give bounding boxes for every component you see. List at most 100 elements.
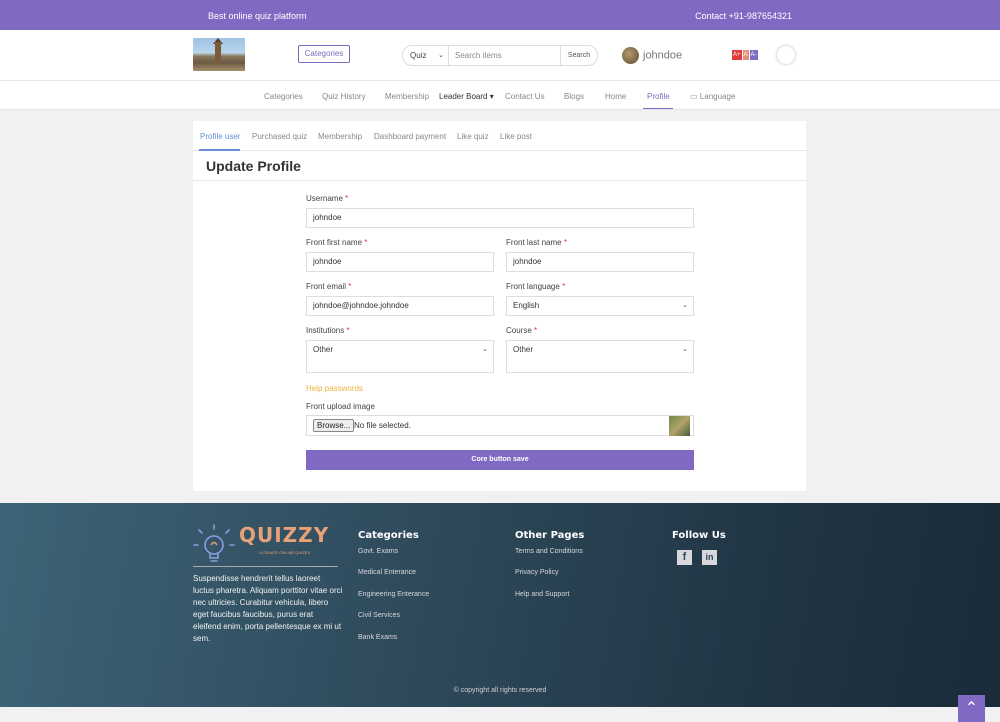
- tab-active-indicator: [199, 149, 240, 151]
- font-size-controls: A+ A A-: [732, 50, 759, 60]
- search-button[interactable]: Search: [560, 46, 597, 65]
- image-thumbnail: [669, 416, 690, 436]
- tab-dashboard-payment[interactable]: Dashboard payment: [374, 132, 446, 141]
- profile-tabs: Profile user Purchased quiz Membership D…: [193, 121, 806, 151]
- footer-other-title: Other Pages: [515, 530, 585, 541]
- language-select-value: English: [513, 301, 540, 310]
- user-menu[interactable]: johndoe: [622, 47, 682, 64]
- language-label-text: Front language: [506, 282, 560, 291]
- search-type-select[interactable]: Quiz ⌄: [403, 46, 449, 65]
- first-name-field[interactable]: johndoe: [306, 252, 494, 272]
- image-upload-field: Browse... No file selected.: [306, 415, 694, 436]
- nav-item-home[interactable]: Home: [605, 92, 626, 101]
- search-type-value: Quiz: [410, 51, 427, 60]
- footer-link-bank-exams[interactable]: Bank Exams: [358, 634, 397, 641]
- username-field[interactable]: johndoe: [306, 208, 694, 228]
- chevron-down-icon: ⌄: [682, 302, 688, 309]
- course-select-value: Other: [513, 345, 534, 354]
- footer: QUIZZY ULTIMATE ONLINE QUIZES Suspendiss…: [0, 503, 1000, 707]
- email-field[interactable]: johndoe@johndoe.johndoe: [306, 296, 494, 316]
- main-nav: Categories Quiz History Membership Leade…: [0, 81, 1000, 110]
- help-passwords-link[interactable]: Help passwords: [306, 384, 363, 393]
- required-mark: *: [563, 238, 567, 247]
- footer-categories-title: Categories: [358, 530, 419, 541]
- nav-item-leader-board[interactable]: Leader Board ▾: [439, 92, 494, 101]
- nav-item-blogs[interactable]: Blogs: [564, 92, 584, 101]
- chevron-down-icon: ⌄: [482, 346, 488, 353]
- categories-button[interactable]: Categories: [298, 45, 350, 63]
- footer-brand: QUIZZY: [239, 523, 330, 547]
- course-field-label: Course *: [506, 326, 537, 335]
- footer-link-privacy[interactable]: Privacy Policy: [515, 569, 559, 576]
- nav-item-language[interactable]: ▭ Language: [690, 92, 735, 101]
- font-reset-button[interactable]: A: [742, 50, 749, 60]
- upload-image-label: Front upload image: [306, 402, 375, 411]
- last-name-label-text: Front last name: [506, 238, 562, 247]
- institutions-field-label: Institutions *: [306, 326, 350, 335]
- search-box: Quiz ⌄ Search items Search: [402, 45, 598, 66]
- font-decrease-button[interactable]: A-: [749, 50, 758, 60]
- required-mark: *: [345, 194, 349, 203]
- scroll-to-top-button[interactable]: ⌃: [958, 695, 985, 722]
- footer-brand-sub: ULTIMATE ONLINE QUIZES: [259, 550, 311, 555]
- footer-link-govt-exams[interactable]: Govt. Exams: [358, 548, 398, 555]
- nav-active-indicator: [643, 108, 673, 109]
- nav-item-membership[interactable]: Membership: [385, 92, 429, 101]
- institutions-label-text: Institutions: [306, 326, 345, 335]
- copyright: © copyright all rights reserved: [453, 687, 547, 694]
- tab-purchased-quiz[interactable]: Purchased quiz: [252, 132, 307, 141]
- page-bottom: [0, 707, 1000, 722]
- footer-link-medical[interactable]: Medical Enterance: [358, 569, 416, 576]
- tagline: Best online quiz platform: [208, 11, 307, 21]
- language-field-label: Front language *: [506, 282, 565, 291]
- font-increase-button[interactable]: A+: [732, 50, 742, 60]
- page-title: Update Profile: [206, 158, 301, 174]
- tab-like-post[interactable]: Like post: [500, 132, 532, 141]
- required-mark: *: [562, 282, 566, 291]
- nav-item-quiz-history[interactable]: Quiz History: [322, 92, 366, 101]
- top-bar: Best online quiz platform Contact +91-98…: [0, 0, 1000, 30]
- nav-item-categories[interactable]: Categories: [264, 92, 303, 101]
- course-select[interactable]: Other ⌄: [506, 340, 694, 373]
- footer-link-terms[interactable]: Terms and Conditions: [515, 548, 583, 555]
- footer-link-engineering[interactable]: Engineering Enterance: [358, 591, 429, 598]
- avatar: [622, 47, 639, 64]
- language-icon: ▭: [690, 92, 698, 101]
- last-name-field-label: Front last name *: [506, 238, 567, 247]
- search-input[interactable]: Search items: [455, 46, 502, 65]
- footer-about: Suspendisse hendrerit tellus laoreet luc…: [193, 574, 343, 643]
- footer-link-civil-services[interactable]: Civil Services: [358, 612, 400, 619]
- tab-membership[interactable]: Membership: [318, 132, 362, 141]
- institutions-select[interactable]: Other ⌄: [306, 340, 494, 373]
- tab-like-quiz[interactable]: Like quiz: [457, 132, 489, 141]
- required-mark: *: [348, 282, 352, 291]
- chevron-down-icon: ⌄: [682, 346, 688, 353]
- nav-item-language-label: Language: [699, 92, 736, 101]
- contact-phone[interactable]: Contact +91-987654321: [695, 11, 792, 21]
- divider: [193, 566, 338, 567]
- site-logo[interactable]: [193, 38, 245, 71]
- username-label: johndoe: [643, 49, 683, 62]
- required-mark: *: [346, 326, 350, 335]
- tab-profile-user[interactable]: Profile user: [200, 132, 240, 141]
- save-button[interactable]: Core button save: [306, 450, 694, 470]
- double-chevron-up-icon: ⌃: [964, 700, 979, 717]
- nav-item-profile[interactable]: Profile: [647, 92, 670, 101]
- facebook-icon[interactable]: f: [677, 550, 692, 565]
- linkedin-icon[interactable]: in: [702, 550, 717, 565]
- profile-card: Profile user Purchased quiz Membership D…: [193, 121, 806, 491]
- last-name-field[interactable]: johndoe: [506, 252, 694, 272]
- nav-item-contact-us[interactable]: Contact Us: [505, 92, 545, 101]
- email-field-label: Front email *: [306, 282, 351, 291]
- theme-toggle[interactable]: [777, 46, 795, 64]
- nav-item-leader-board-label: Leader Board: [439, 92, 488, 101]
- header: Categories Quiz ⌄ Search items Search jo…: [0, 30, 1000, 81]
- browse-button[interactable]: Browse...: [313, 419, 355, 432]
- lightbulb-icon: [193, 524, 235, 562]
- institutions-select-value: Other: [313, 345, 334, 354]
- footer-logo[interactable]: QUIZZY ULTIMATE ONLINE QUIZES: [193, 523, 338, 569]
- language-select[interactable]: English ⌄: [506, 296, 694, 316]
- first-name-field-label: Front first name *: [306, 238, 367, 247]
- footer-follow-title: Follow Us: [672, 530, 726, 541]
- footer-link-help[interactable]: Help and Support: [515, 591, 569, 598]
